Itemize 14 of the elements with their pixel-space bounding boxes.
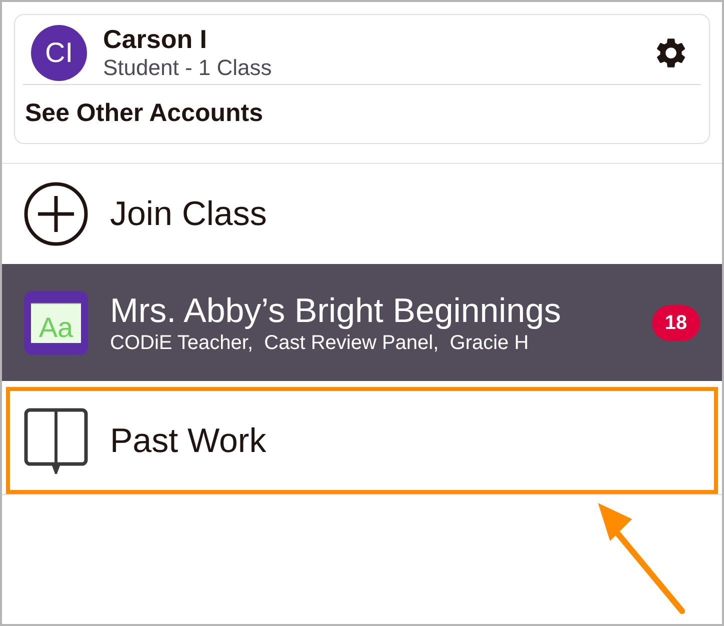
- see-other-accounts-link[interactable]: See Other Accounts: [25, 95, 264, 133]
- menu-label: Join Class: [110, 194, 267, 234]
- plus-circle-icon: [24, 182, 88, 246]
- class-teachers: CODiE Teacher, Cast Review Panel, Gracie H: [110, 330, 530, 354]
- notification-badge: 18: [652, 304, 700, 340]
- menu-item[interactable]: Aa Mrs. Abby’s Bright Beginnings CODiE Teacher, Cast Review Panel, Gracie H 18: [2, 264, 722, 381]
- account-role: Student - 1 Class: [103, 54, 273, 82]
- book-icon: [24, 408, 88, 474]
- class-name: Mrs. Abby’s Bright Beginnings: [110, 290, 562, 330]
- menu-label: Past Work: [110, 420, 266, 460]
- icon-text: Aa: [38, 312, 74, 342]
- avatar[interactable]: CI: [31, 24, 87, 80]
- menu-item[interactable]: Past Work: [2, 387, 722, 495]
- account-name: Carson I: [103, 24, 208, 54]
